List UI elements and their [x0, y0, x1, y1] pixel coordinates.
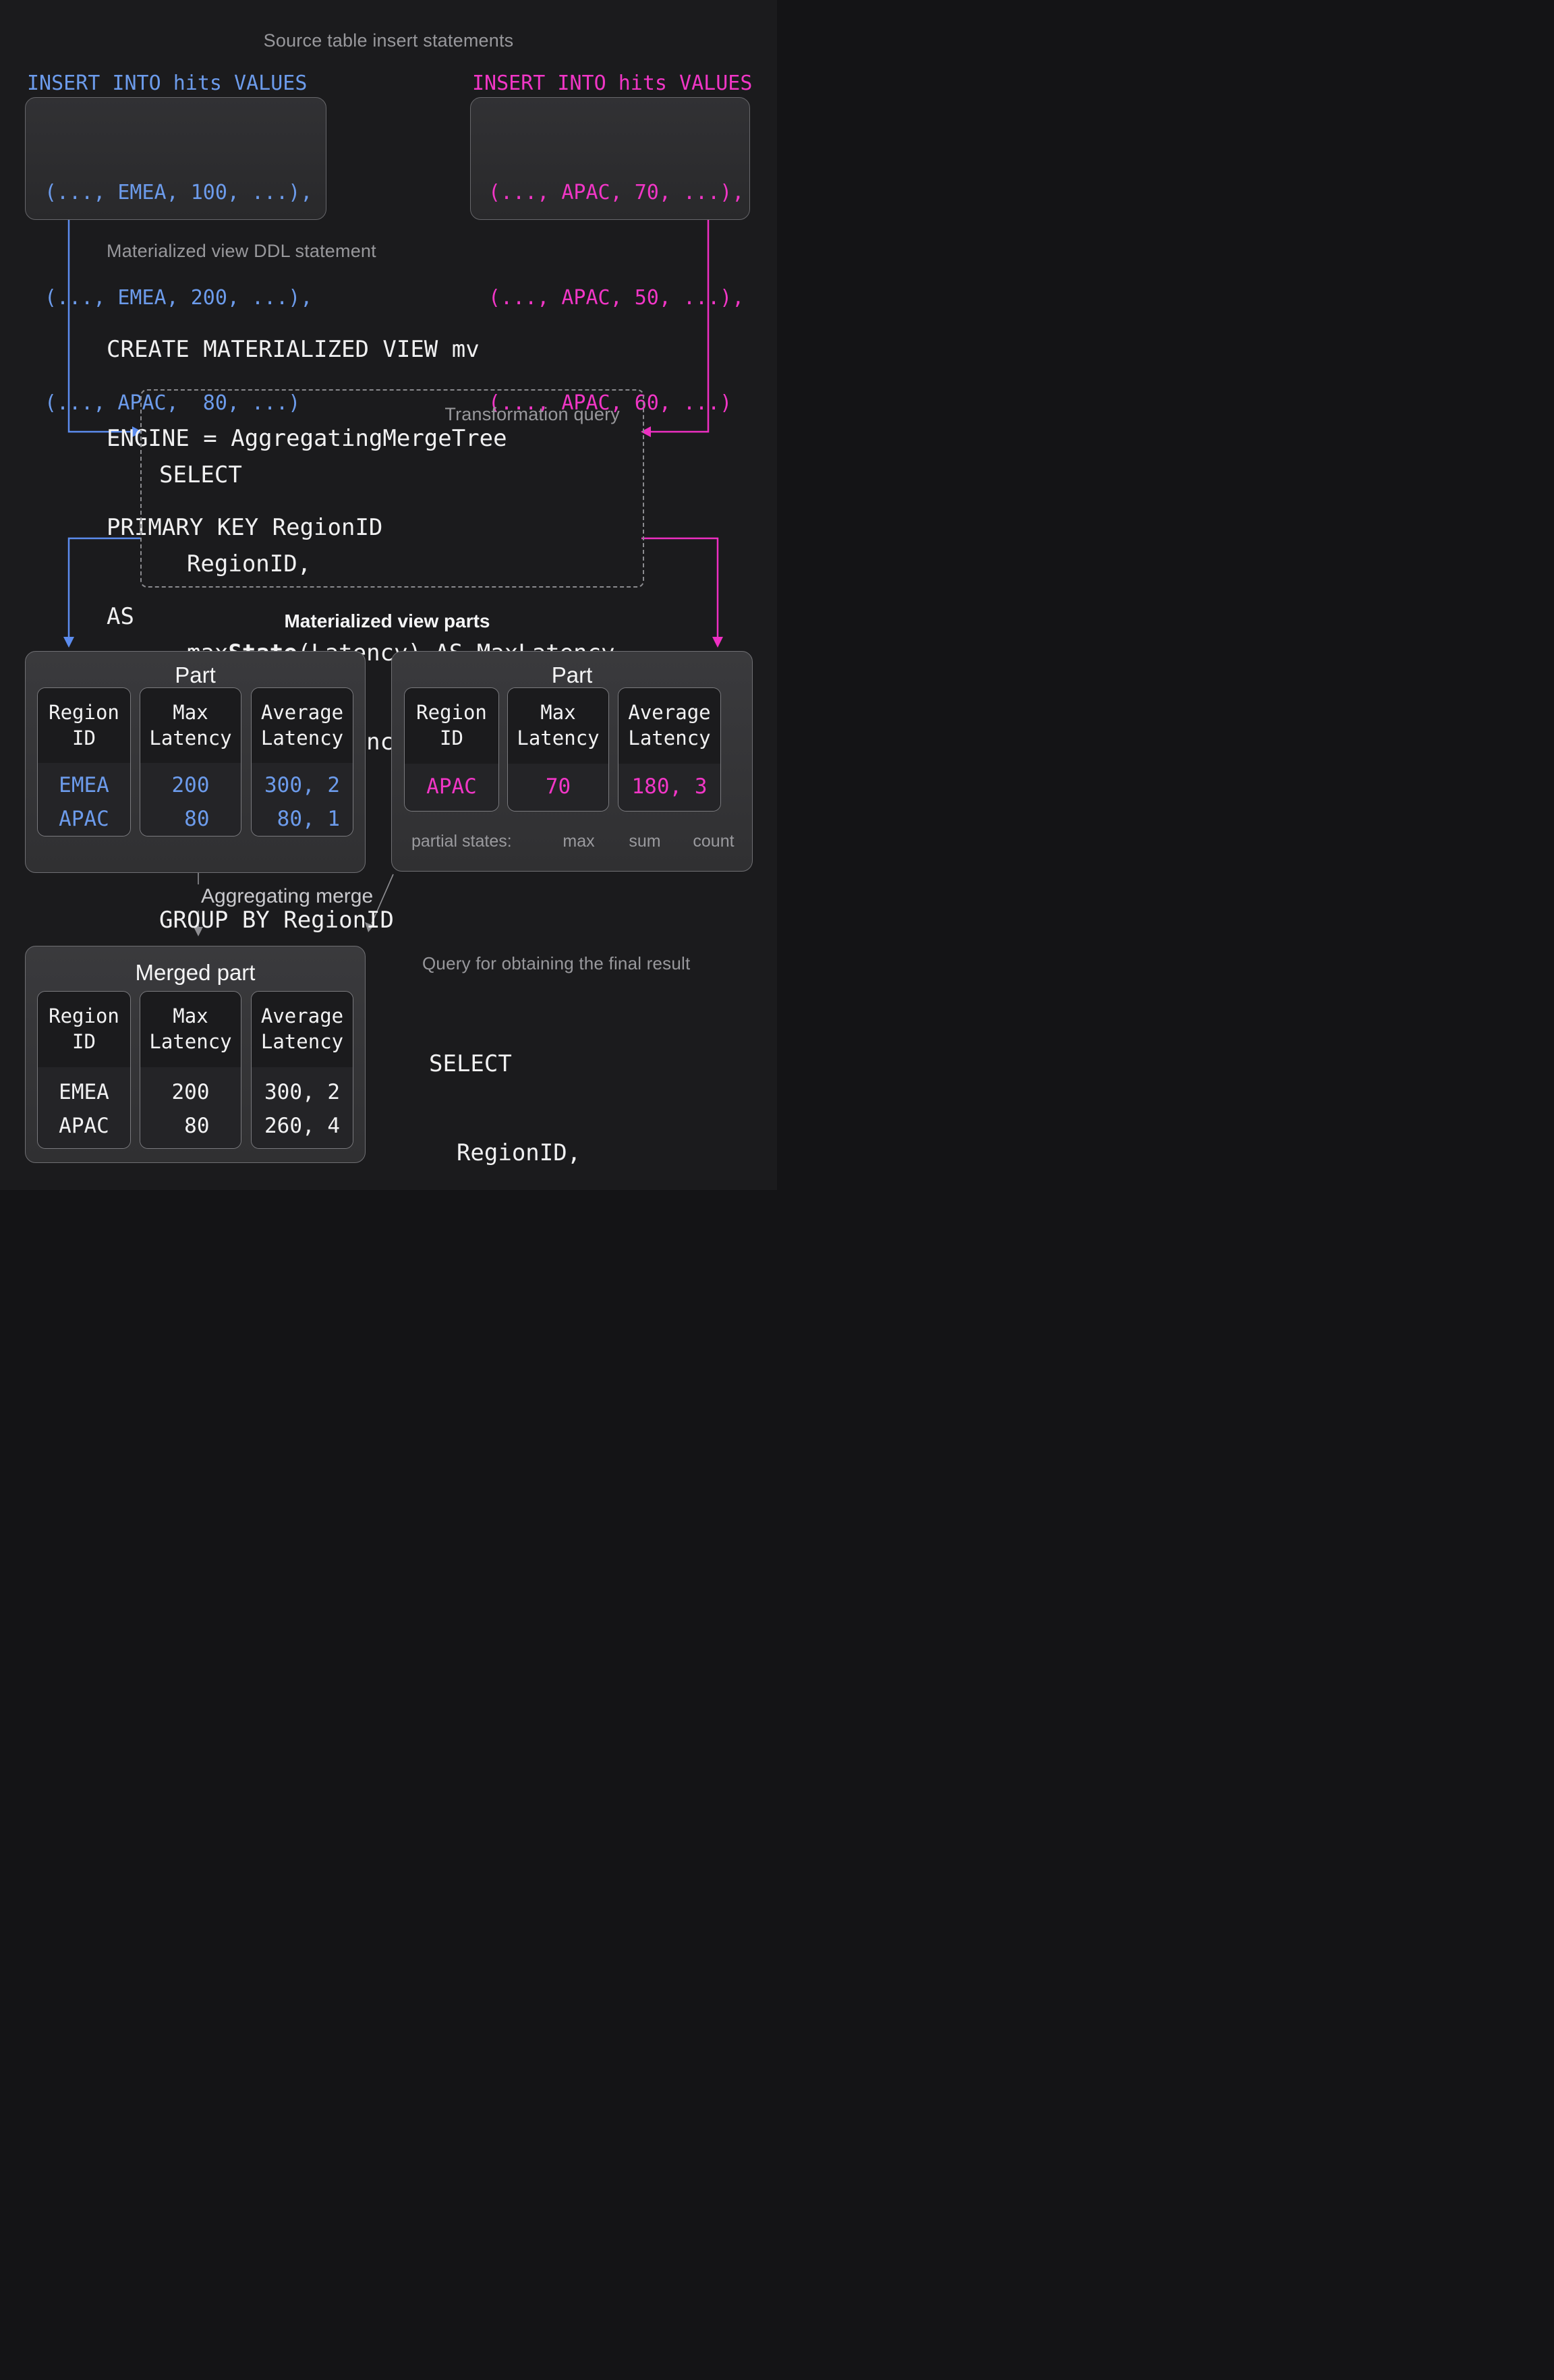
column-header: MaxLatency	[140, 992, 241, 1067]
insert-right-header: INSERT INTO hits VALUES	[472, 66, 752, 101]
cell-value: 260, 4	[252, 1109, 353, 1143]
cell-value: 180, 3	[618, 764, 720, 810]
header-line: Latency	[140, 725, 241, 751]
column-average-latency: AverageLatency 180, 3	[618, 687, 721, 812]
cell-value: 200	[140, 768, 241, 802]
column-region-id: RegionID EMEAAPAC	[37, 687, 131, 837]
header-line: Region	[405, 700, 498, 725]
column-header: RegionID	[38, 688, 130, 763]
cell-value: EMEA	[38, 1075, 130, 1109]
column-header: AverageLatency	[252, 992, 353, 1067]
aggregating-merge-label: Aggregating merge	[201, 885, 373, 908]
column-header: AverageLatency	[252, 688, 353, 763]
column-header: RegionID	[38, 992, 130, 1067]
column-values: EMEAAPAC	[38, 1067, 130, 1148]
header-line: Latency	[252, 725, 353, 751]
column-values: 300, 2260, 4	[252, 1067, 353, 1148]
column-values: 70	[508, 764, 608, 811]
code-text: GROUP BY RegionID	[159, 907, 394, 934]
header-line: Latency	[140, 1029, 241, 1054]
partial-tag-max: max	[545, 832, 612, 851]
header-line: Latency	[252, 1029, 353, 1054]
column-values: 200 80	[140, 763, 241, 836]
code-line: SELECT	[429, 1049, 747, 1079]
merged-part-box: Merged part RegionID EMEAAPAC MaxLatency…	[25, 946, 366, 1163]
materialized-view-parts-title: Materialized view parts	[0, 611, 774, 632]
code-text: SELECT	[159, 461, 242, 488]
cell-value: 80, 1	[252, 802, 353, 836]
partial-tag-count: count	[680, 832, 747, 851]
header-line: Average	[252, 1003, 353, 1029]
column-header: MaxLatency	[508, 688, 608, 764]
column-values: 300, 2 80, 1	[252, 763, 353, 836]
column-region-id: RegionID EMEAAPAC	[37, 991, 131, 1149]
partial-tag-sum: sum	[611, 832, 679, 851]
column-max-latency: MaxLatency 70	[507, 687, 609, 812]
header-line: Latency	[618, 725, 720, 751]
cell-value: 200	[140, 1075, 241, 1109]
cell-value: 300, 2	[252, 1075, 353, 1109]
magenta-arrowhead-down-icon	[712, 637, 723, 648]
header-line: Latency	[508, 725, 608, 751]
insert-row: (..., APAC, 50, ...),	[488, 281, 749, 316]
final-query-label: Query for obtaining the final result	[422, 953, 690, 974]
column-max-latency: MaxLatency 200 80	[140, 687, 241, 837]
final-query-code: SELECT RegionID, maxMerge(MaxLatency), a…	[429, 990, 747, 1190]
column-values: EMEAAPAC	[38, 763, 130, 836]
ddl-label: Materialized view DDL statement	[107, 241, 376, 262]
column-average-latency: AverageLatency 300, 2 80, 1	[251, 687, 353, 837]
header-line: Max	[508, 700, 608, 725]
header-line: Max	[140, 700, 241, 725]
cell-value: 80	[140, 1109, 241, 1143]
cell-value: 300, 2	[252, 768, 353, 802]
header-line: Max	[140, 1003, 241, 1029]
code-line: SELECT	[159, 460, 615, 490]
code-text: RegionID,	[429, 1139, 581, 1166]
column-max-latency: MaxLatency 200 80	[140, 991, 241, 1149]
part-left-title: Part	[26, 662, 365, 688]
header-line: Average	[618, 700, 720, 725]
header-line: Average	[252, 700, 353, 725]
part-left-box: Part RegionID EMEAAPAC MaxLatency 200 80…	[25, 651, 366, 873]
code-line: RegionID,	[429, 1138, 747, 1168]
column-values: APAC	[405, 764, 498, 811]
cell-value: APAC	[38, 802, 130, 836]
insert-row: (..., APAC, 70, ...),	[488, 175, 749, 210]
column-values: 200 80	[140, 1067, 241, 1148]
column-header: MaxLatency	[140, 688, 241, 763]
partial-states-label: partial states:	[411, 832, 512, 851]
insert-left-header: INSERT INTO hits VALUES	[27, 66, 307, 101]
column-header: RegionID	[405, 688, 498, 764]
cell-value: APAC	[405, 764, 498, 810]
column-region-id: RegionID APAC	[404, 687, 499, 812]
cell-value: 70	[508, 764, 608, 810]
code-text: RegionID,	[159, 550, 311, 577]
code-text: SELECT	[429, 1050, 512, 1077]
merged-part-title: Merged part	[26, 960, 365, 986]
header-line: ID	[38, 725, 130, 751]
header-line: ID	[38, 1029, 130, 1054]
part-right-title: Part	[392, 662, 752, 688]
column-values: 180, 3	[618, 764, 720, 811]
diagram-canvas: Source table insert statements INSERT IN…	[0, 0, 777, 1190]
insert-right-box: (..., APAC, 70, ...), (..., APAC, 50, ..…	[470, 97, 750, 220]
page-title: Source table insert statements	[0, 30, 777, 51]
header-line: Region	[38, 1003, 130, 1029]
code-line: GROUP BY RegionID	[159, 905, 615, 935]
code-line: RegionID,	[159, 549, 615, 579]
header-line: ID	[405, 725, 498, 751]
header-line: Region	[38, 700, 130, 725]
insert-left-box: (..., EMEA, 100, ...), (..., EMEA, 200, …	[25, 97, 326, 220]
cell-value: EMEA	[38, 768, 130, 802]
code-line: CREATE MATERIALIZED VIEW mv	[107, 335, 507, 364]
column-header: AverageLatency	[618, 688, 720, 764]
insert-row: (..., EMEA, 100, ...),	[45, 175, 326, 210]
column-average-latency: AverageLatency 300, 2260, 4	[251, 991, 353, 1149]
cell-value: 80	[140, 802, 241, 836]
blue-arrowhead-down-icon	[63, 637, 74, 648]
cell-value: APAC	[38, 1109, 130, 1143]
